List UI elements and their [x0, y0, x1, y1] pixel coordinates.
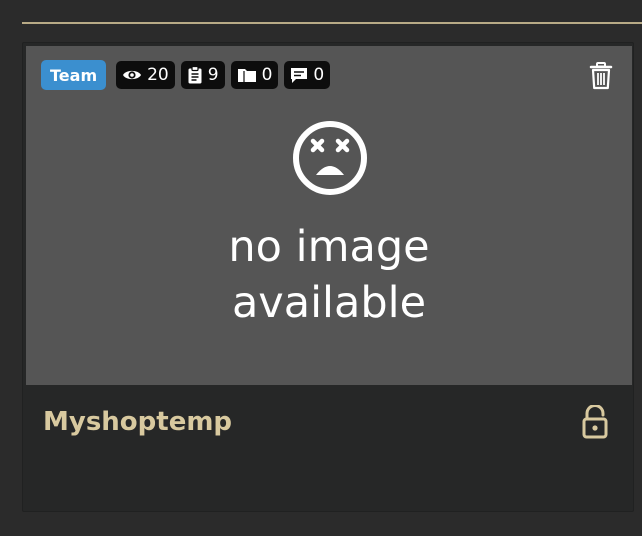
no-image-placeholder: no image available — [26, 46, 632, 385]
card-title[interactable]: Myshoptemp — [43, 404, 232, 440]
folders-stat: 0 — [230, 61, 279, 89]
folders-count: 0 — [261, 65, 273, 85]
pages-stat: 9 — [180, 61, 225, 89]
trash-icon[interactable] — [589, 62, 613, 90]
card-badges: Team 20 9 0 0 — [41, 60, 331, 90]
team-badge: Team — [41, 60, 107, 90]
placeholder-line-2: available — [231, 278, 427, 328]
placeholder-line-1: no image — [228, 222, 430, 272]
top-divider — [22, 22, 642, 24]
comment-icon — [291, 67, 308, 83]
pages-count: 9 — [207, 65, 219, 85]
project-card[interactable]: no image available Team 20 9 0 0 Myshopt… — [22, 42, 634, 512]
clipboard-icon — [188, 66, 202, 84]
lock-open-icon[interactable] — [582, 405, 608, 439]
dizzy-face-icon — [293, 121, 367, 195]
comments-count: 0 — [313, 65, 325, 85]
views-count: 20 — [147, 65, 169, 85]
eye-icon — [123, 70, 142, 80]
views-stat: 20 — [116, 61, 175, 89]
folder-icon — [237, 69, 256, 82]
comments-stat: 0 — [284, 61, 331, 89]
card-thumbnail[interactable]: no image available Team 20 9 0 0 — [26, 46, 632, 385]
